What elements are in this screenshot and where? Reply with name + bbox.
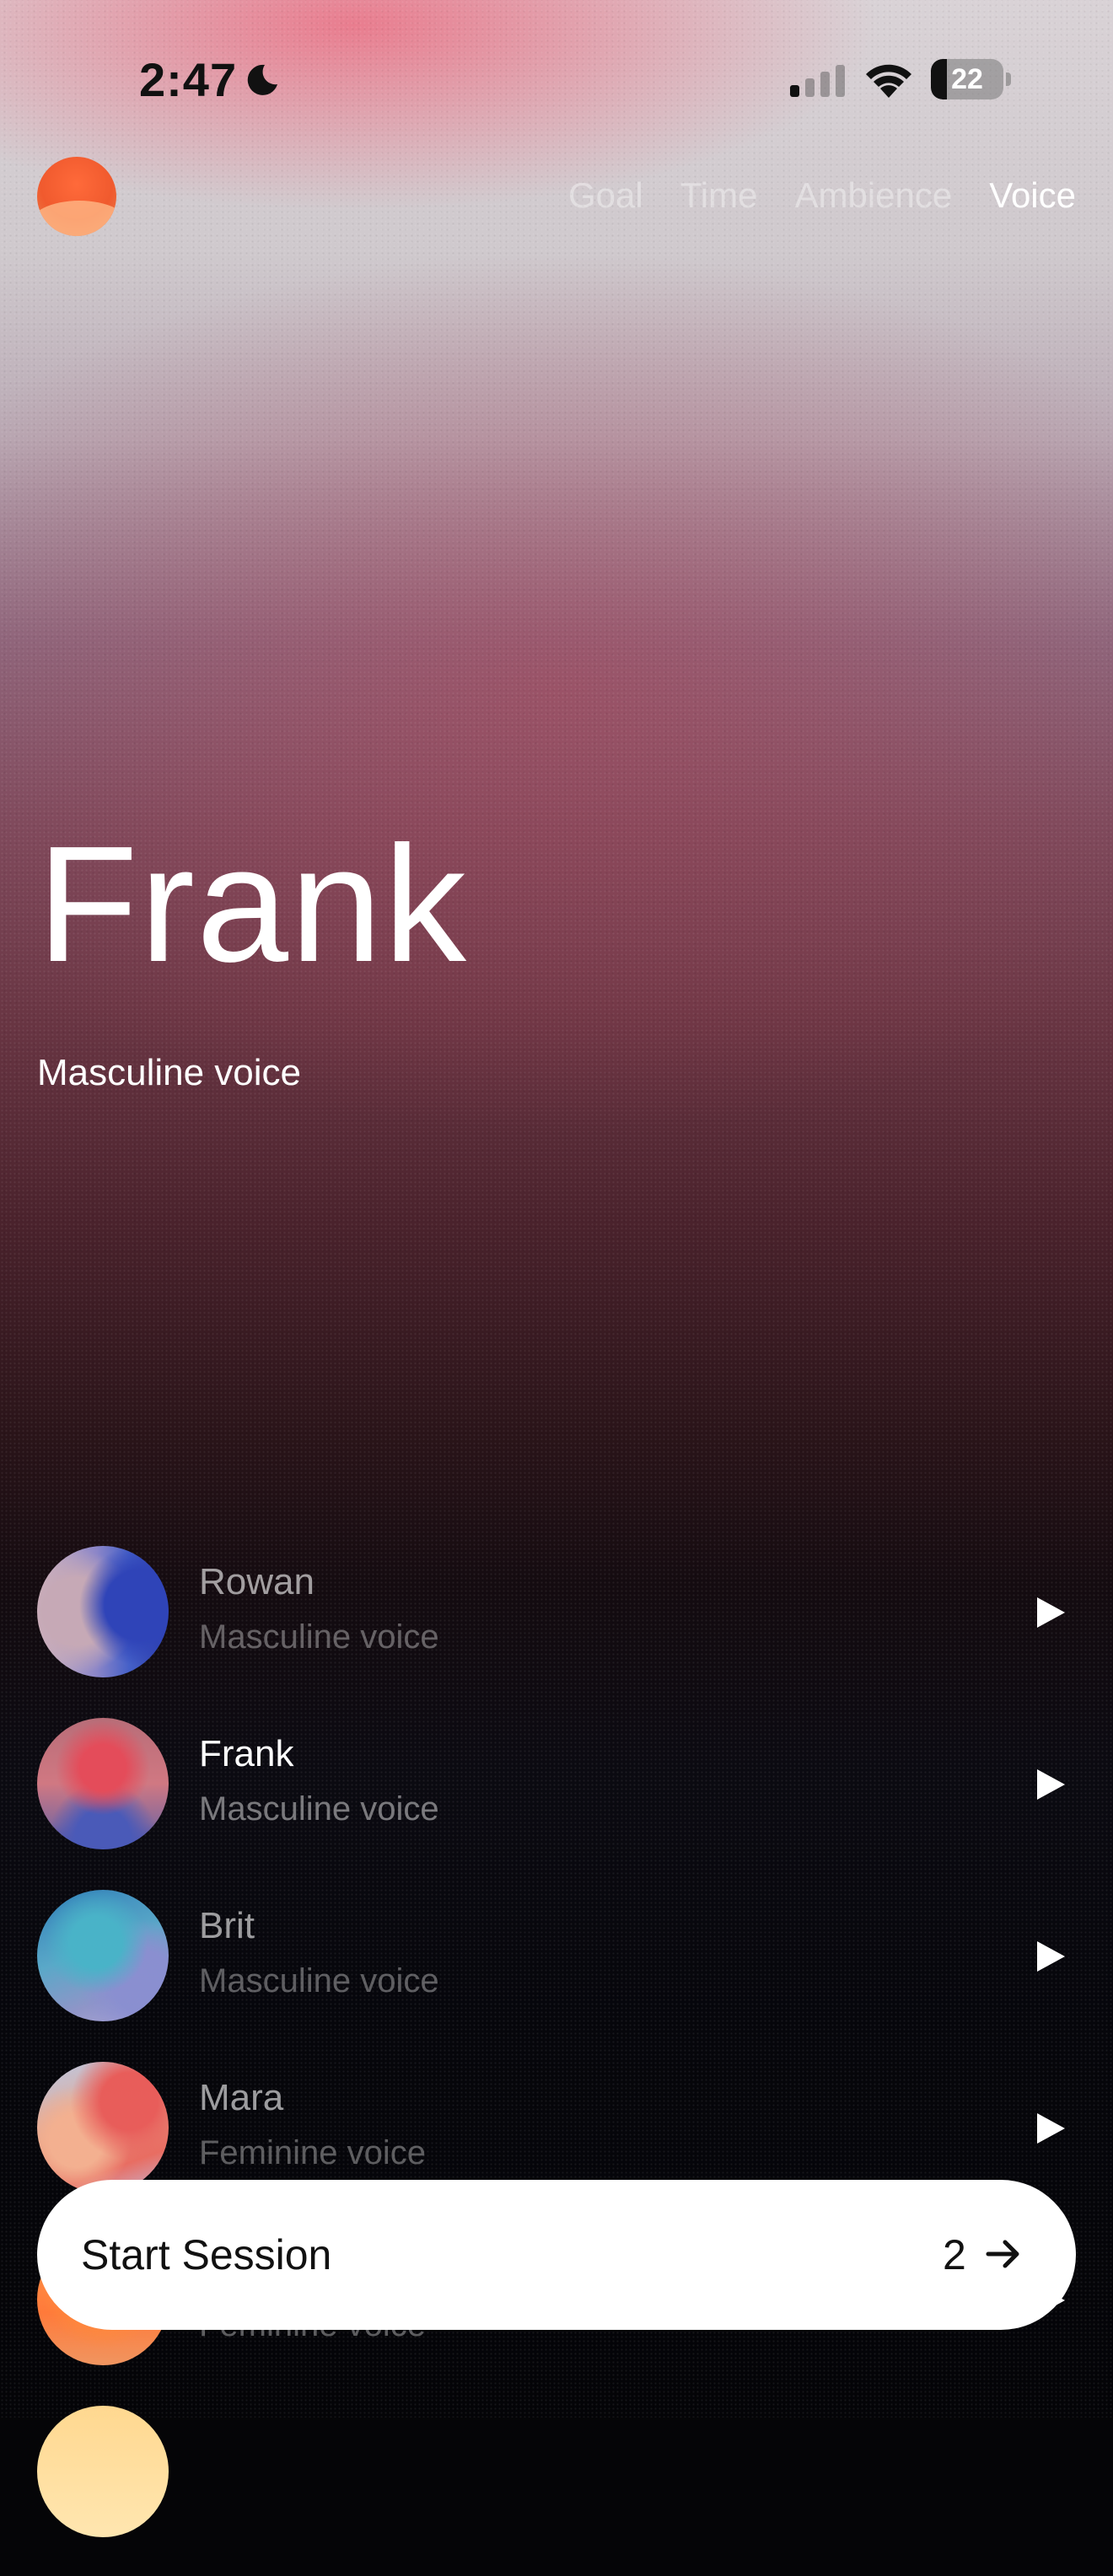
voice-item-partial[interactable] (0, 2404, 1113, 2576)
voice-avatar-frank (37, 1718, 169, 1849)
battery-body: 22 (931, 59, 1003, 99)
status-time: 2:47 (139, 53, 238, 106)
app-logo[interactable] (37, 157, 116, 236)
voice-type: Masculine voice (199, 1790, 439, 1827)
start-session-button[interactable]: Start Session 2 (37, 2180, 1076, 2330)
start-session-label: Start Session (81, 2231, 332, 2278)
play-icon[interactable] (1034, 2111, 1067, 2146)
nav-tab-ambience[interactable]: Ambience (794, 175, 952, 216)
voice-type: Masculine voice (199, 1618, 439, 1656)
voice-item-rowan[interactable]: Rowan Masculine voice (0, 1544, 1113, 1716)
logo-wave (37, 201, 116, 236)
wifi-icon (866, 64, 911, 98)
voice-name: Frank (199, 1733, 294, 1774)
voice-list: Rowan Masculine voice Frank Masculine vo… (0, 1544, 1113, 2576)
step-nav: Goal Time Ambience Voice (568, 175, 1076, 216)
selected-voice-subtitle: Masculine voice (37, 1052, 302, 1093)
voice-avatar (37, 2406, 169, 2537)
voice-name: Brit (199, 1905, 255, 1946)
session-count: 2 (943, 2231, 966, 2278)
battery-level: 22 (951, 63, 983, 95)
arrow-right-icon (986, 2240, 1019, 2268)
play-icon[interactable] (1034, 1939, 1067, 1974)
nav-tab-goal[interactable]: Goal (568, 175, 643, 216)
voice-item-frank[interactable]: Frank Masculine voice (0, 1716, 1113, 1888)
voice-name: Rowan (199, 1561, 315, 1602)
selected-voice-title: Frank (37, 812, 469, 996)
voice-item-brit[interactable]: Brit Masculine voice (0, 1888, 1113, 2060)
battery-indicator: 22 (931, 59, 1012, 99)
cellular-signal-icon (790, 65, 845, 97)
voice-avatar-brit (37, 1890, 169, 2021)
play-icon[interactable] (1034, 1767, 1067, 1802)
battery-nub (1006, 72, 1011, 86)
voice-avatar-mara (37, 2062, 169, 2193)
voice-avatar-rowan (37, 1546, 169, 1677)
play-icon[interactable] (1034, 1595, 1067, 1630)
voice-type: Feminine voice (199, 2134, 427, 2171)
nav-tab-time[interactable]: Time (680, 175, 758, 216)
moon-icon (247, 64, 277, 95)
voice-name: Mara (199, 2077, 284, 2118)
status-bar: 2:47 22 (0, 0, 1113, 160)
nav-tab-voice[interactable]: Voice (989, 175, 1076, 216)
voice-type: Masculine voice (199, 1962, 439, 1999)
